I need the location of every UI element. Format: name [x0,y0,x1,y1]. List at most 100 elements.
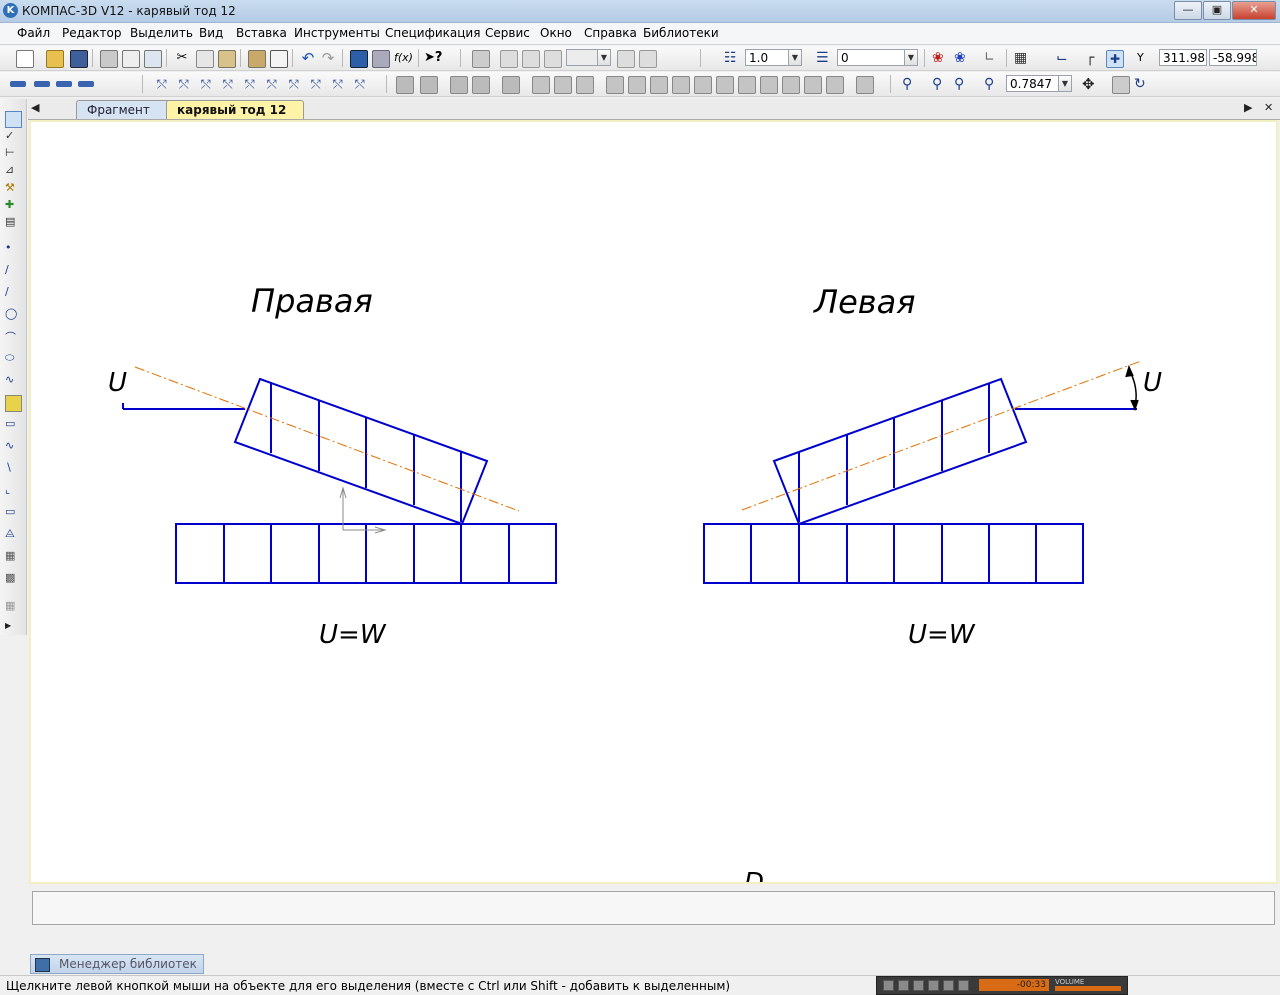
player-next-icon[interactable] [943,980,954,991]
menu-libraries[interactable]: Библиотеки [643,26,719,40]
step-dropdown-icon[interactable]: ▼ [788,49,802,66]
zoom-in-icon[interactable]: ⚲ [932,76,948,92]
parametrization-icon[interactable]: ✚ [5,198,20,213]
menu-help[interactable]: Справка [584,26,637,40]
menu-file[interactable]: Файл [17,26,50,40]
format-brush-icon[interactable] [248,50,266,68]
ellipse-icon[interactable]: ⬭ [5,351,20,366]
geometry-icon[interactable]: ✓ [5,129,20,144]
chamfer-icon[interactable]: ∖ [5,461,20,476]
view-icon-3[interactable] [522,50,540,68]
snap-icon-5[interactable]: ⤲ [245,76,261,92]
view-icon-4[interactable] [544,50,562,68]
op-icon-18[interactable] [804,76,822,94]
magnet-local-icon[interactable]: ❀ [954,50,970,66]
segment-icon[interactable]: ∕ [5,285,20,300]
snap-icon-6[interactable]: ⤲ [267,76,283,92]
cursor-coords-icon[interactable]: ✚ [1106,50,1124,68]
op-icon-1[interactable] [396,76,414,94]
player-pause-icon[interactable] [913,980,924,991]
op-icon-16[interactable] [760,76,778,94]
op-icon-19[interactable] [826,76,844,94]
menu-insert[interactable]: Вставка [236,26,287,40]
cut-icon[interactable]: ✂ [174,50,190,66]
zoom-input[interactable]: 0.7847 [1006,75,1060,92]
op-icon-20[interactable] [856,76,874,94]
tab-scroll-right-icon[interactable]: ▶ [1244,101,1252,114]
line-style-icon-3[interactable] [56,81,72,87]
extra-icon[interactable]: ▦ [5,599,20,614]
zoom-out-icon[interactable]: ⚲ [954,76,970,92]
open-icon[interactable] [46,50,64,68]
op-icon-2[interactable] [420,76,438,94]
state-field[interactable] [566,49,598,66]
op-icon-9[interactable] [606,76,624,94]
op-icon-5[interactable] [502,76,520,94]
menu-service[interactable]: Сервис [485,26,530,40]
snap-step-icon[interactable]: ☷ [724,50,740,66]
zoom-window-icon[interactable]: ⚲ [902,76,918,92]
menu-editor[interactable]: Редактор [62,26,121,40]
op-icon-4[interactable] [472,76,490,94]
rectangle-icon[interactable]: ▭ [5,417,20,432]
snap-icon-2[interactable]: ⤲ [179,76,195,92]
circle-icon[interactable]: ◯ [5,307,20,322]
polygon-icon[interactable]: ▭ [5,505,20,520]
dimensions-icon[interactable]: ⊢ [5,146,20,161]
local-cs-icon[interactable]: ⌙ [1056,50,1072,66]
menu-select[interactable]: Выделить [130,26,193,40]
tab-scroll-left-icon[interactable]: ◀ [31,101,39,114]
coord-y-field[interactable]: -58.998 [1209,49,1257,66]
refresh-icon[interactable]: ↻ [1134,76,1150,92]
layer-input[interactable]: 0 [837,49,905,66]
snap-icon-1[interactable]: ⤲ [157,76,173,92]
view-icon-2[interactable] [500,50,518,68]
snap-icon-4[interactable]: ⤲ [223,76,239,92]
contour-icon[interactable]: ⨺ [5,527,20,542]
undo-icon[interactable]: ↶ [300,50,316,66]
view-icon-5[interactable] [617,50,635,68]
op-icon-7[interactable] [554,76,572,94]
coord-x-field[interactable]: 311.987 [1159,49,1207,66]
op-icon-10[interactable] [628,76,646,94]
grid-icon[interactable]: ▦ [1014,50,1030,66]
op-icon-17[interactable] [782,76,800,94]
op-icon-3[interactable] [450,76,468,94]
new-document-icon[interactable] [16,50,34,68]
more-tools-icon[interactable]: ▶ [5,621,20,636]
snap-icon-3[interactable]: ⤲ [201,76,217,92]
menu-window[interactable]: Окно [540,26,572,40]
paste-icon[interactable] [218,50,236,68]
zoom-scale-icon[interactable]: ⚲ [984,76,1000,92]
player-play-icon[interactable] [898,980,909,991]
spline-icon[interactable]: ∿ [5,373,20,388]
snap-icon-8[interactable]: ⤲ [311,76,327,92]
measure-icon[interactable]: ▤ [5,215,20,230]
library-manager-tab[interactable]: Менеджер библиотек [30,954,204,974]
ortho-mode-icon[interactable]: ┌ [1086,50,1102,66]
manager-icon[interactable] [372,50,390,68]
state-dropdown-icon[interactable]: ▼ [597,49,611,66]
menu-view[interactable]: Вид [199,26,223,40]
player-volume-slider[interactable] [1055,986,1121,991]
bezier-icon[interactable]: ∿ [5,439,20,454]
step-input[interactable]: 1.0 [745,49,789,66]
select-icon[interactable] [5,111,22,128]
pan-icon[interactable]: ✥ [1082,76,1098,92]
tab-current-document[interactable]: карявый тод 12 [166,100,304,119]
redo-icon[interactable]: ↷ [320,50,336,66]
tab-close-icon[interactable]: ✕ [1264,101,1273,114]
view-icon-6[interactable] [639,50,657,68]
close-icon[interactable]: ✕ [1232,1,1276,20]
show-all-icon[interactable] [1112,76,1130,94]
snap-icon-9[interactable]: ⤲ [333,76,349,92]
view-icon-1[interactable] [472,50,490,68]
properties-icon[interactable] [144,50,162,68]
edit-icon[interactable]: ⚒ [5,181,20,196]
aux-line-icon[interactable]: ∕ [5,263,20,278]
save-icon[interactable] [70,50,88,68]
line-style-icon-2[interactable] [34,81,50,87]
line-style-icon-4[interactable] [78,81,94,87]
list-icon[interactable] [270,50,288,68]
model-tree-icon[interactable] [350,50,368,68]
